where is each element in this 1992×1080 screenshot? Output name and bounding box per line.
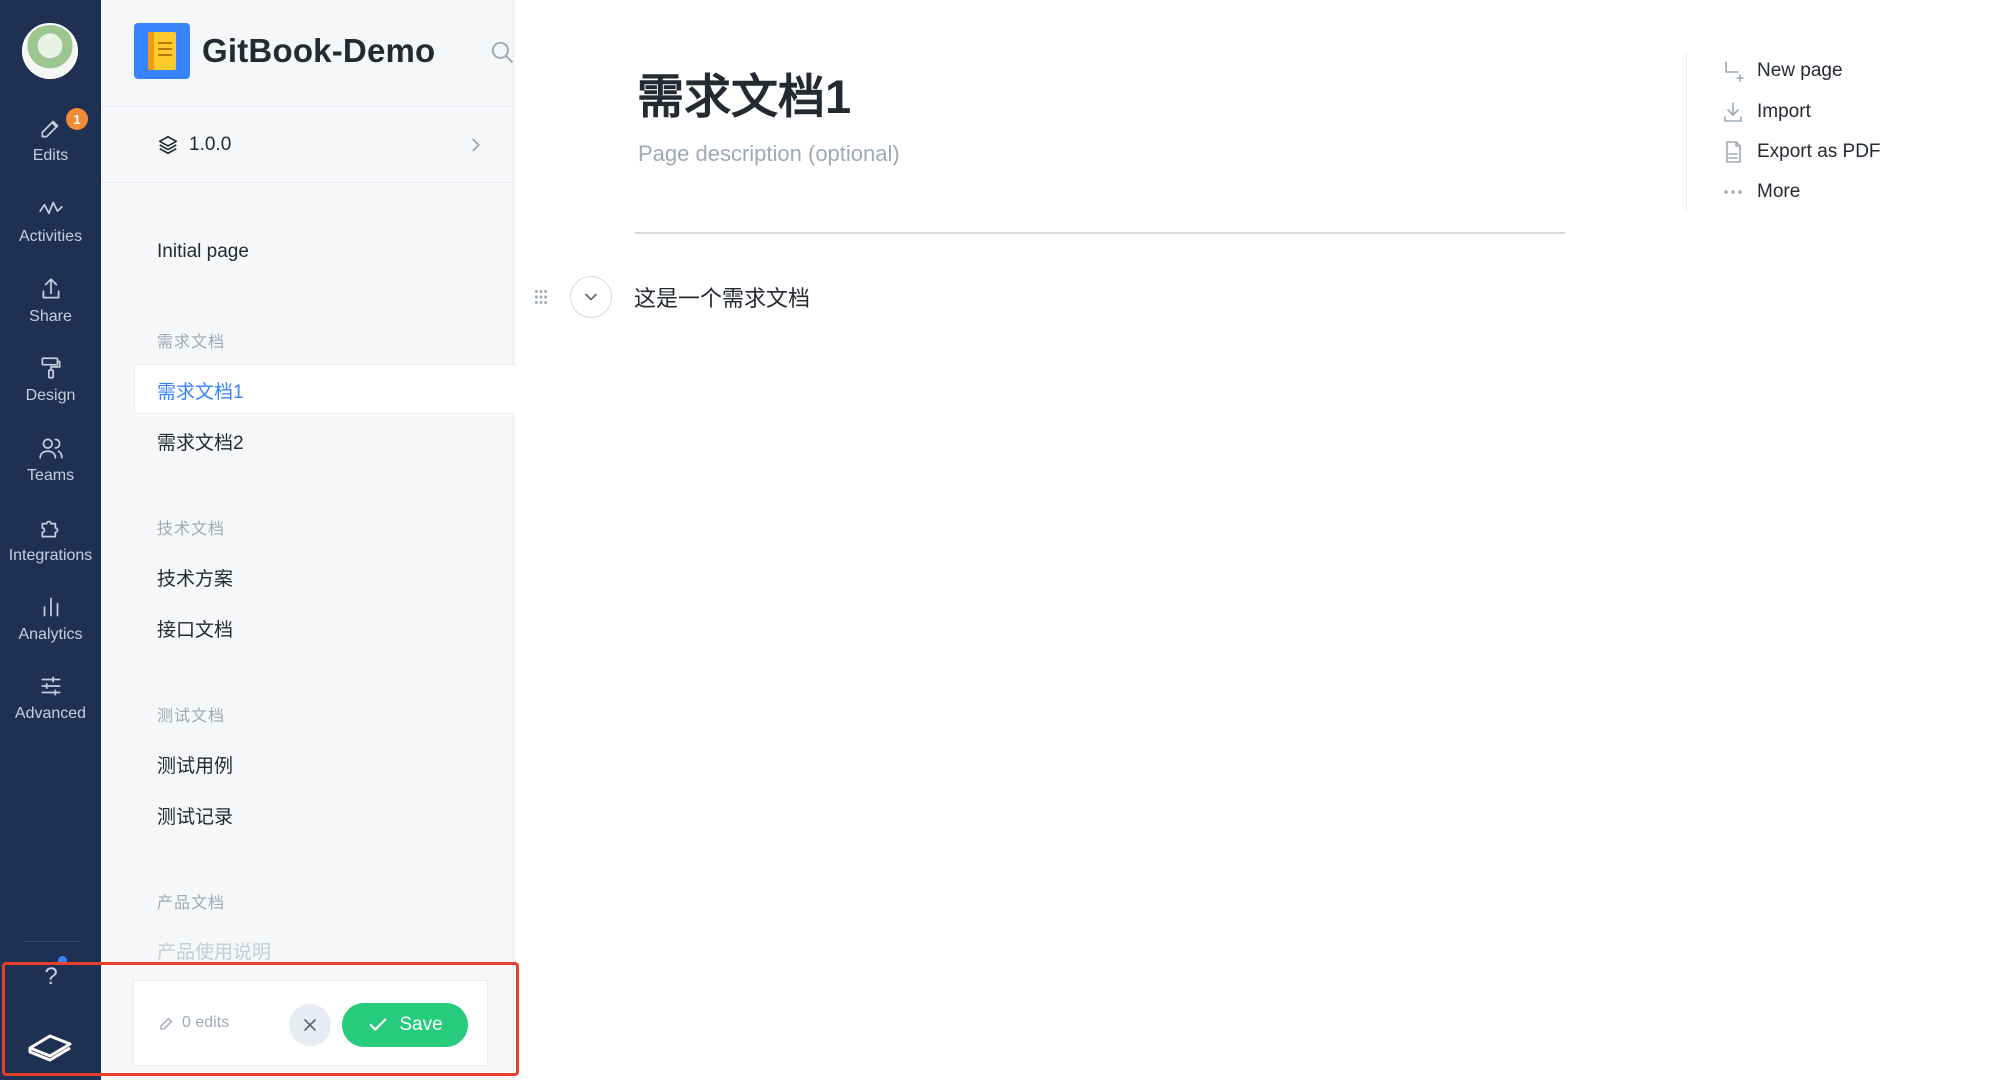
sidebar-item-test-cases[interactable]: 测试用例 [157, 751, 233, 778]
rail-item-label: Teams [26, 467, 75, 484]
rail-item-analytics[interactable]: Analytics [0, 594, 101, 644]
bar-chart-icon [43, 597, 58, 617]
block-toggle-button[interactable] [570, 276, 612, 318]
app-rail: Edits 1 Activities Share Design Teams In… [0, 0, 101, 1080]
space-book-icon [134, 23, 190, 79]
more-label: More [1757, 181, 1801, 202]
page-actions: New page Import Export as PDF More [1686, 52, 1881, 212]
sidebar-group-label: 技术文档 [157, 521, 226, 538]
rail-item-label: Design [25, 387, 76, 404]
page-description-field[interactable]: Page description (optional) [638, 141, 900, 167]
rail-item-integrations[interactable]: Integrations [0, 515, 101, 565]
sidebar-item-api-doc[interactable]: 接口文档 [157, 615, 233, 642]
version-selector[interactable]: 1.0.0 [157, 130, 487, 160]
rail-item-label: Advanced [14, 705, 87, 722]
save-label: Save [399, 1014, 443, 1035]
export-pdf-label: Export as PDF [1757, 141, 1881, 162]
more-button[interactable]: More [1721, 177, 1941, 207]
edits-label: 0 edits [182, 1014, 230, 1031]
sliders-icon [40, 676, 61, 696]
download-icon [1724, 102, 1742, 122]
close-icon [304, 1019, 316, 1031]
activity-icon [38, 201, 63, 215]
chevron-down-icon [585, 293, 597, 301]
edits-counter: 0 edits [158, 1014, 229, 1032]
sidebar-group-label: 需求文档 [157, 334, 226, 351]
search-icon[interactable] [489, 39, 515, 65]
new-page-icon [1725, 61, 1744, 82]
sidebar-item-test-records[interactable]: 测试记录 [157, 802, 233, 829]
new-page-label: New page [1757, 60, 1843, 81]
rail-item-design[interactable]: Design [0, 355, 101, 405]
puzzle-icon [40, 520, 58, 538]
share-icon [42, 278, 59, 299]
sidebar-item-requirement-2[interactable]: 需求文档2 [157, 428, 244, 455]
rail-item-label: Analytics [18, 626, 83, 643]
space-header: GitBook-Demo [134, 23, 513, 79]
import-label: Import [1757, 101, 1811, 122]
sidebar-group-label: 产品文档 [157, 895, 226, 912]
new-page-button[interactable]: New page [1721, 56, 1941, 86]
sidebar-divider [101, 182, 514, 183]
chevron-right-icon [472, 138, 481, 152]
import-button[interactable]: Import [1721, 97, 1941, 127]
block-text[interactable]: 这是一个需求文档 [634, 281, 810, 313]
export-pdf-button[interactable]: Export as PDF [1721, 137, 1941, 167]
version-label: 1.0.0 [189, 134, 232, 155]
more-dots-icon [1724, 190, 1742, 194]
sidebar-item-initial-page[interactable]: Initial page [157, 241, 249, 263]
gitbook-logo-icon[interactable] [28, 1028, 72, 1062]
rail-item-label: Share [29, 308, 72, 325]
pencil-icon [160, 1017, 173, 1030]
save-button[interactable]: Save [342, 1003, 468, 1047]
rail-item-activities[interactable]: Activities [0, 196, 101, 246]
space-sidebar: GitBook-Demo 1.0.0 Initial page 需求文档 需求文… [101, 0, 515, 1080]
rail-item-label: Integrations [8, 547, 93, 564]
space-title[interactable]: GitBook-Demo [202, 32, 435, 70]
sidebar-item-tech-plan[interactable]: 技术方案 [157, 564, 233, 591]
edits-count-badge: 1 [66, 108, 88, 130]
rail-divider [23, 941, 79, 942]
help-button[interactable]: ? [36, 963, 66, 993]
sidebar-divider [101, 106, 514, 107]
rail-item-label: Activities [18, 228, 83, 245]
edit-bar: 0 edits Save [133, 980, 488, 1066]
discard-button[interactable] [289, 1004, 331, 1046]
pencil-icon [40, 120, 58, 138]
rail-item-advanced[interactable]: Advanced [0, 673, 101, 723]
sidebar-item-requirement-1[interactable]: 需求文档1 [157, 377, 244, 404]
rail-item-label: Edits [32, 147, 69, 164]
sidebar-item-product-manual[interactable]: 产品使用说明 [157, 937, 271, 964]
drag-handle-icon[interactable] [530, 286, 552, 308]
rail-item-teams[interactable]: Teams [0, 435, 101, 485]
page-title[interactable]: 需求文档1 [637, 58, 851, 127]
paint-roller-icon [40, 357, 61, 379]
content-block: 这是一个需求文档 [530, 276, 810, 318]
pdf-file-icon [1726, 141, 1741, 163]
users-icon [38, 438, 63, 459]
sidebar-group-label: 测试文档 [157, 708, 226, 725]
title-divider [635, 232, 1565, 234]
layers-icon [158, 135, 178, 155]
rail-item-share[interactable]: Share [0, 276, 101, 326]
check-icon [369, 1018, 387, 1031]
avatar[interactable] [22, 23, 78, 79]
